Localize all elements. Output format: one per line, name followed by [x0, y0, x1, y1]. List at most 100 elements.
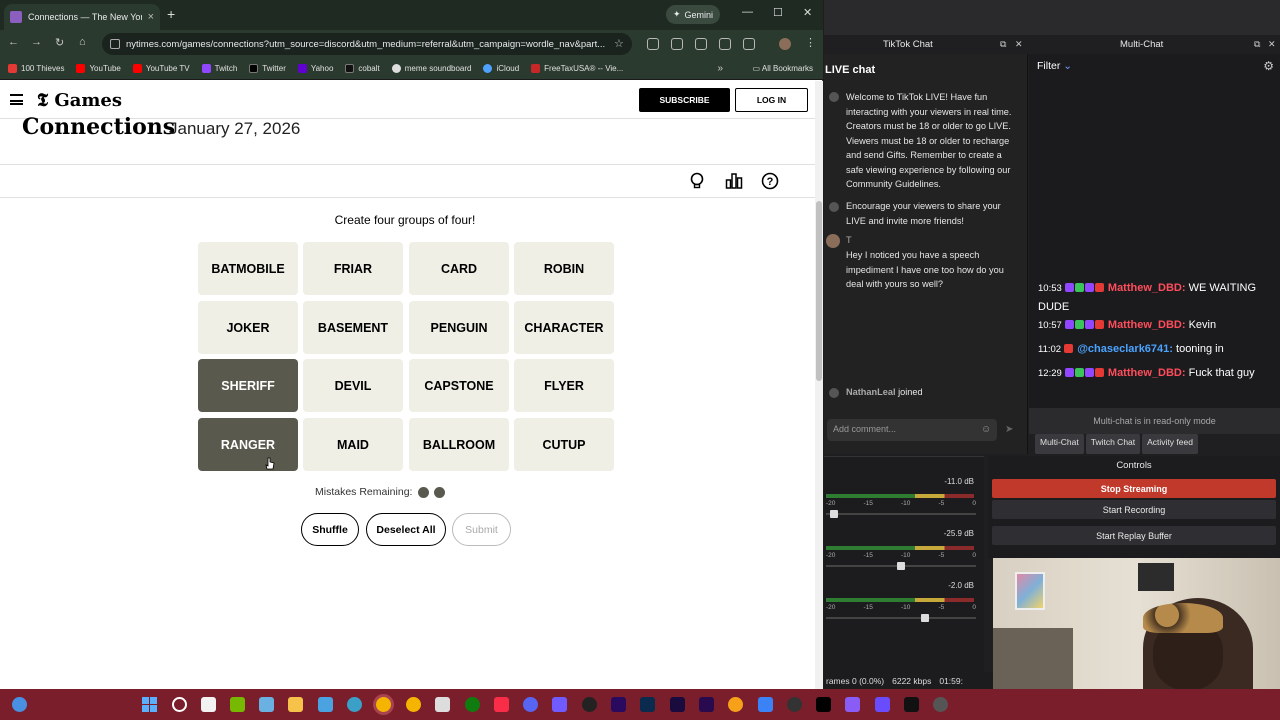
chrome-active-icon[interactable] — [376, 697, 391, 712]
tab-twitch-chat[interactable]: Twitch Chat — [1085, 434, 1141, 454]
bookmark-item[interactable]: YouTube — [76, 64, 121, 73]
volume-slider-knob[interactable] — [897, 562, 905, 570]
cast-icon[interactable] — [743, 38, 755, 50]
word-card[interactable]: CUTUP — [514, 418, 614, 471]
file-explorer-icon[interactable] — [288, 697, 303, 712]
app-icon[interactable] — [875, 697, 890, 712]
edge-icon[interactable] — [347, 697, 362, 712]
word-card[interactable]: CHARACTER — [514, 301, 614, 354]
photos-icon[interactable] — [318, 697, 333, 712]
send-icon[interactable]: ➤ — [1005, 424, 1013, 435]
apps-grid-icon[interactable] — [552, 697, 567, 712]
dock-close-icon[interactable]: ✕ — [1268, 39, 1276, 50]
word-card[interactable]: DEVIL — [303, 359, 403, 412]
volume-slider[interactable] — [826, 510, 976, 518]
chrome-icon[interactable] — [406, 697, 421, 712]
shuffle-button[interactable]: Shuffle — [301, 513, 359, 546]
stats-chart-icon[interactable] — [725, 172, 743, 190]
bookmark-item[interactable]: Twitch — [201, 64, 237, 73]
close-window-icon[interactable]: ✕ — [803, 6, 812, 19]
tab-multi-chat[interactable]: Multi-Chat — [1035, 434, 1084, 454]
premiere-icon[interactable] — [611, 697, 626, 712]
volume-slider-knob[interactable] — [921, 614, 930, 622]
steam-icon[interactable] — [435, 697, 450, 712]
app-icon[interactable] — [787, 697, 802, 712]
volume-slider-knob[interactable] — [830, 510, 839, 518]
search-icon[interactable] — [172, 697, 187, 712]
music-icon[interactable] — [494, 697, 509, 712]
notification-icon[interactable] — [12, 697, 27, 712]
scrollbar-thumb[interactable] — [816, 201, 822, 381]
deselect-all-button[interactable]: Deselect All — [366, 513, 446, 546]
bookmark-item[interactable]: cobalt — [345, 64, 380, 73]
tiktok-icon[interactable] — [816, 697, 831, 712]
word-card[interactable]: BATMOBILE — [198, 242, 298, 295]
emoji-icon[interactable]: ☺ — [981, 424, 991, 435]
bookmark-item[interactable]: FreeTaxUSA® -- Vie... — [531, 64, 623, 73]
new-tab-button[interactable]: + — [167, 6, 175, 22]
download-icon[interactable] — [695, 38, 707, 50]
settings-icon[interactable] — [933, 697, 948, 712]
chat-username[interactable]: Matthew_DBD: — [1108, 282, 1186, 294]
nvidia-icon[interactable] — [230, 697, 245, 712]
word-card[interactable]: BASEMENT — [303, 301, 403, 354]
filter-dropdown[interactable]: Filter ⌄ — [1037, 60, 1072, 72]
submit-button[interactable]: Submit — [452, 513, 511, 546]
tab-close-icon[interactable]: × — [148, 11, 154, 23]
history-icon[interactable] — [719, 38, 731, 50]
page-scrollbar[interactable] — [815, 81, 823, 689]
home-icon[interactable]: ⌂ — [79, 36, 86, 48]
chat-username[interactable]: @chaseclark6741: — [1077, 343, 1173, 355]
app-icon[interactable] — [904, 697, 919, 712]
join-username[interactable]: NathanLeal — [846, 387, 896, 397]
login-button[interactable]: LOG IN — [735, 88, 808, 112]
bookmark-item[interactable]: Twitter — [249, 64, 286, 73]
app-icon[interactable] — [728, 697, 743, 712]
task-view-icon[interactable] — [201, 697, 216, 712]
dock-float-icon[interactable]: ⧉ — [1000, 39, 1006, 50]
bookmark-item[interactable]: meme soundboard — [391, 64, 471, 73]
minimize-icon[interactable]: — — [742, 6, 753, 18]
maximize-icon[interactable]: ☐ — [773, 6, 783, 19]
word-card[interactable]: RANGER — [198, 418, 298, 471]
dock-close-icon[interactable]: ✕ — [1015, 39, 1023, 50]
start-replay-buffer-button[interactable]: Start Replay Buffer — [992, 526, 1276, 545]
xbox-icon[interactable] — [465, 697, 480, 712]
word-card[interactable]: ROBIN — [514, 242, 614, 295]
bookmark-star-icon[interactable]: ☆ — [614, 37, 624, 50]
volume-slider[interactable] — [826, 614, 976, 622]
volume-slider[interactable] — [826, 562, 976, 570]
bookmark-item[interactable]: 100 Thieves — [8, 64, 64, 73]
bookmarks-overflow-icon[interactable]: » — [717, 63, 723, 74]
word-card[interactable]: CARD — [409, 242, 509, 295]
word-card[interactable]: MAID — [303, 418, 403, 471]
start-windows-icon[interactable] — [142, 697, 157, 712]
word-card[interactable]: FLYER — [514, 359, 614, 412]
word-card[interactable]: CAPSTONE — [409, 359, 509, 412]
tab-activity-feed[interactable]: Activity feed — [1142, 434, 1198, 454]
bookmark-item[interactable]: Yahoo — [297, 64, 333, 73]
discord-icon[interactable] — [523, 697, 538, 712]
back-icon[interactable]: ← — [8, 36, 19, 48]
word-card[interactable]: FRIAR — [303, 242, 403, 295]
reload-icon[interactable]: ↻ — [55, 36, 64, 49]
chat-username[interactable]: Matthew_DBD: — [1108, 367, 1186, 379]
help-question-icon[interactable]: ? — [761, 172, 779, 190]
app-icon[interactable] — [845, 697, 860, 712]
favorites-icon[interactable] — [671, 38, 683, 50]
subscribe-button[interactable]: SUBSCRIBE — [639, 88, 730, 112]
snipping-tool-icon[interactable] — [259, 697, 274, 712]
settings-gear-icon[interactable]: ⚙ — [1263, 59, 1274, 73]
dock-float-icon[interactable]: ⧉ — [1254, 39, 1260, 50]
bookmark-item[interactable]: iCloud — [483, 64, 519, 73]
after-effects-icon[interactable] — [670, 697, 685, 712]
user-avatar[interactable] — [826, 234, 840, 248]
word-card[interactable]: PENGUIN — [409, 301, 509, 354]
chat-username[interactable]: Matthew_DBD: — [1108, 319, 1186, 331]
comment-input[interactable]: Add comment... — [827, 419, 997, 441]
word-card[interactable]: BALLROOM — [409, 418, 509, 471]
site-info-icon[interactable] — [110, 39, 120, 49]
tab-connections[interactable]: Connections — The New York T × — [4, 4, 160, 30]
profile-avatar-icon[interactable] — [779, 38, 791, 50]
app-icon[interactable] — [758, 697, 773, 712]
